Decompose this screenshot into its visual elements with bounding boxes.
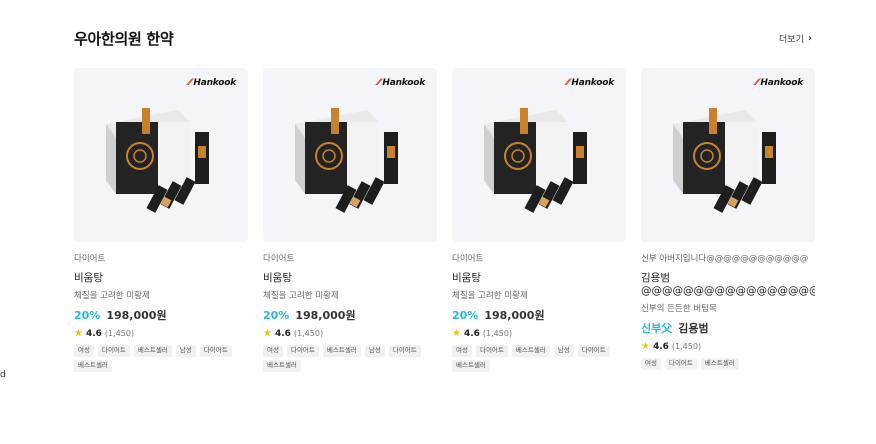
product-card[interactable]: ⁄⁄ Hankook 다이어트 비움탕 체질을 고려한 미황제 20% 198,… <box>452 68 626 372</box>
product-category: 다이어트 <box>74 254 106 264</box>
chevron-right-icon: › <box>807 33 812 44</box>
tag-list: 여성 다이어트 베스트셀러 남성 다이어트 베스트셀러 <box>452 345 612 372</box>
product-name: 비움탕 <box>263 272 292 284</box>
product-card[interactable]: ⁄⁄ Hankook 다이어트 비움탕 체질을 고려한 미황제 20% 198,… <box>74 68 248 372</box>
brand-mark-icon: ⁄⁄ <box>755 78 759 88</box>
rating-value: 4.6 <box>85 328 102 339</box>
product-card[interactable]: ⁄⁄ Hankook 다이어트 비움탕 체질을 고려한 미황제 20% 198,… <box>263 68 437 372</box>
product-name: 김용범 <box>641 272 670 284</box>
product-image: ⁄⁄ Hankook <box>74 68 248 242</box>
price-row: 20% 198,000원 <box>452 307 626 323</box>
rating-value: 4.6 <box>463 328 480 339</box>
review-count: (1,450) <box>293 329 324 339</box>
discount-rate: 20% <box>263 309 290 323</box>
product-card[interactable]: ⁄⁄ Hankook 신부 아버지입니다@@@@@@@@@@@@ 김용범 @@@@… <box>641 68 815 372</box>
rating-row: ★ 4.6 (1,450) <box>74 328 248 339</box>
product-image: ⁄⁄ Hankook <box>263 68 437 242</box>
star-icon: ★ <box>452 328 461 340</box>
tag: 다이어트 <box>97 345 130 357</box>
tag-list: 여성 다이어트 베스트셀러 남성 다이어트 베스트셀러 <box>74 345 234 372</box>
brand-title: 신부父 <box>641 322 673 336</box>
discount-rate: 20% <box>452 309 479 323</box>
rating-value: 4.6 <box>652 341 669 352</box>
product-price: 198,000원 <box>484 309 545 323</box>
tag: 다이어트 <box>664 358 697 371</box>
product-image: ⁄⁄ Hankook <box>641 68 815 242</box>
tag: 베스트셀러 <box>263 359 301 372</box>
price-row: 20% 198,000원 <box>263 307 437 323</box>
discount-rate: 20% <box>74 309 101 323</box>
tag: 다이어트 <box>577 345 610 357</box>
tag: 남성 <box>175 345 196 357</box>
brand-logo: ⁄⁄ Hankook <box>377 78 425 88</box>
product-category: 다이어트 <box>263 254 295 264</box>
tag: 다이어트 <box>286 345 319 357</box>
rating-row: ★ 4.6 (1,450) <box>452 328 626 339</box>
tag: 여성 <box>263 345 283 357</box>
tag: 베스트셀러 <box>322 345 361 357</box>
product-price: 198,000원 <box>106 309 167 323</box>
star-icon: ★ <box>641 341 650 353</box>
product-description: 신부의 든든한 버팀목 <box>641 304 717 315</box>
brand-logo: ⁄⁄ Hankook <box>755 78 803 88</box>
review-count: (1,450) <box>671 342 702 352</box>
product-box-illustration <box>673 108 776 213</box>
product-box-illustration <box>295 108 398 213</box>
brand-logo: ⁄⁄ Hankook <box>188 78 236 88</box>
brand-logo: ⁄⁄ Hankook <box>566 78 614 88</box>
tag: 여성 <box>74 345 94 357</box>
product-box-illustration <box>106 108 209 213</box>
product-description: 체질을 고려한 미황제 <box>263 291 339 302</box>
product-box-illustration <box>484 108 587 213</box>
tag-list: 여성 다이어트 베스트셀러 남성 다이어트 베스트셀러 <box>263 345 423 372</box>
brand-mark-icon: ⁄⁄ <box>566 78 570 88</box>
price-row: 20% 198,000원 <box>74 307 248 323</box>
tag: 베스트셀러 <box>133 345 172 357</box>
star-icon: ★ <box>74 328 83 340</box>
stray-text: d <box>0 370 6 380</box>
product-name: 비움탕 <box>452 272 481 284</box>
rating-row: ★ 4.6 (1,450) <box>641 341 815 352</box>
tag: 남성 <box>364 345 385 357</box>
tag: 다이어트 <box>388 345 421 357</box>
tag: 다이어트 <box>199 345 232 357</box>
tag: 여성 <box>452 345 472 357</box>
product-description: 체질을 고려한 미황제 <box>74 291 150 302</box>
tag: 베스트셀러 <box>452 359 490 372</box>
more-label: 더보기 <box>779 35 804 45</box>
tag: 여성 <box>641 358 661 371</box>
product-category: 신부 아버지입니다@@@@@@@@@@@@ <box>641 254 809 264</box>
star-icon: ★ <box>263 328 272 340</box>
tag-list: 여성 다이어트 베스트셀러 <box>641 358 801 371</box>
product-name: 비움탕 <box>74 272 103 284</box>
rating-value: 4.6 <box>274 328 291 339</box>
brand-mark-icon: ⁄⁄ <box>188 78 192 88</box>
more-link[interactable]: 더보기 › <box>779 32 812 45</box>
product-image: ⁄⁄ Hankook <box>452 68 626 242</box>
brand-mark-icon: ⁄⁄ <box>377 78 381 88</box>
tag: 베스트셀러 <box>74 359 112 372</box>
product-card-list: ⁄⁄ Hankook 다이어트 비움탕 체질을 고려한 미황제 20% 198,… <box>74 68 815 372</box>
product-price: 198,000원 <box>295 309 356 323</box>
product-category: 다이어트 <box>452 254 484 264</box>
tag: 베스트셀러 <box>511 345 550 357</box>
review-count: (1,450) <box>104 329 135 339</box>
section-title: 우아한의원 한약 <box>74 30 174 48</box>
tag: 남성 <box>553 345 574 357</box>
review-count: (1,450) <box>482 329 513 339</box>
product-name-line2: @@@@@@@@@@@@@@@@@@@@@@ <box>641 285 815 298</box>
brand-person: 김용범 <box>678 322 709 336</box>
tag: 베스트셀러 <box>700 358 739 371</box>
rating-row: ★ 4.6 (1,450) <box>263 328 437 339</box>
tag: 다이어트 <box>475 345 508 357</box>
product-description: 체질을 고려한 미황제 <box>452 291 528 302</box>
brand-row: 신부父 김용범 <box>641 320 815 336</box>
